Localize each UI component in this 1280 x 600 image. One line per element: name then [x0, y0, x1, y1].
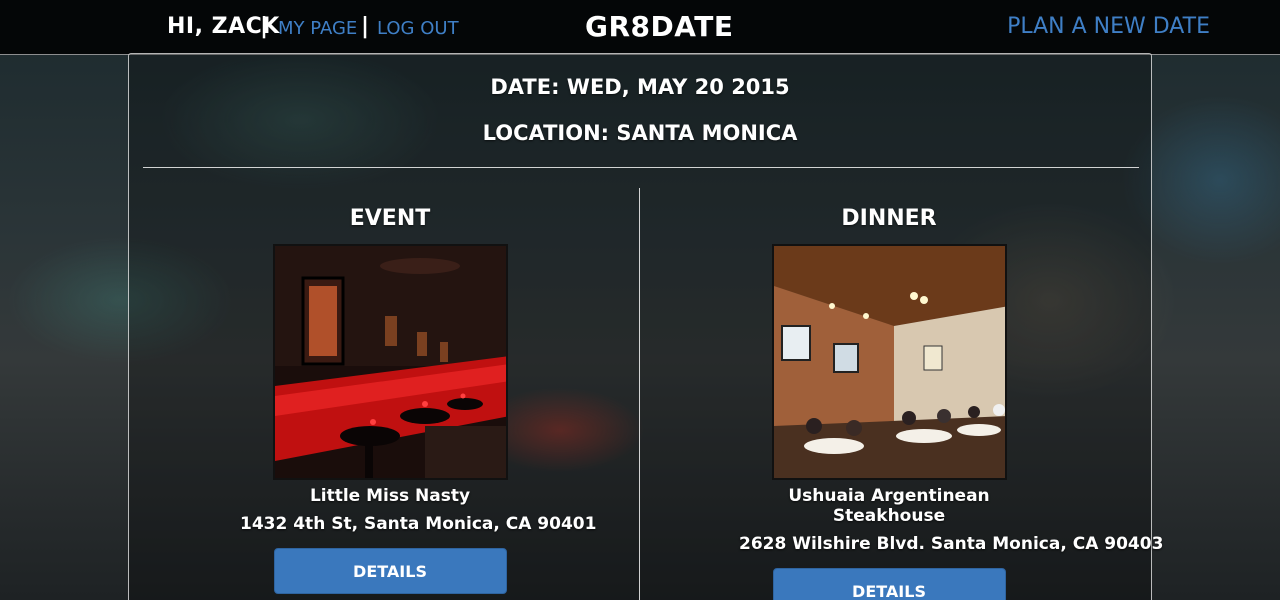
- dinner-venue-name: Ushuaia Argentinean Steakhouse: [788, 486, 990, 526]
- brand-logo[interactable]: GR8DATE: [585, 10, 734, 43]
- dinner-photo[interactable]: [771, 244, 1007, 480]
- top-nav-bar: HI, ZACK | MY PAGE | LOG OUT GR8DATE PLA…: [0, 0, 1280, 55]
- nav-separator: |: [260, 14, 269, 39]
- dinner-venue-image: [773, 246, 1005, 478]
- log-out-link[interactable]: LOG OUT: [377, 18, 459, 39]
- date-plan-panel: DATE: WED, MAY 20 2015 LOCATION: SANTA M…: [128, 53, 1164, 600]
- plan-new-date-link[interactable]: PLAN A NEW DATE: [1007, 14, 1210, 39]
- nav-separator: |: [361, 14, 370, 39]
- event-venue-address: 1432 4th St, Santa Monica, CA 90401: [240, 514, 597, 534]
- event-venue-name: Little Miss Nasty: [309, 486, 471, 506]
- event-details-button[interactable]: DETAILS: [273, 548, 507, 594]
- dinner-column: DINNER Ushuaia Argentinean Steakhouse 26…: [739, 204, 1164, 600]
- dinner-details-button[interactable]: DETAILS: [772, 568, 1006, 600]
- event-title: EVENT: [349, 206, 431, 231]
- event-photo[interactable]: [272, 244, 508, 480]
- my-page-link[interactable]: MY PAGE: [278, 18, 357, 39]
- event-venue-image: [274, 246, 506, 478]
- date-label: DATE: WED, MAY 20 2015: [490, 75, 790, 99]
- dinner-title: DINNER: [841, 206, 937, 231]
- location-label: LOCATION: SANTA MONICA: [482, 121, 798, 145]
- horizontal-divider: [143, 167, 1139, 168]
- dinner-venue-address: 2628 Wilshire Blvd. Santa Monica, CA 904…: [739, 534, 1164, 554]
- vertical-divider: [639, 188, 640, 600]
- event-column: EVENT Little Miss Nasty 1432 4th St, San…: [240, 204, 597, 594]
